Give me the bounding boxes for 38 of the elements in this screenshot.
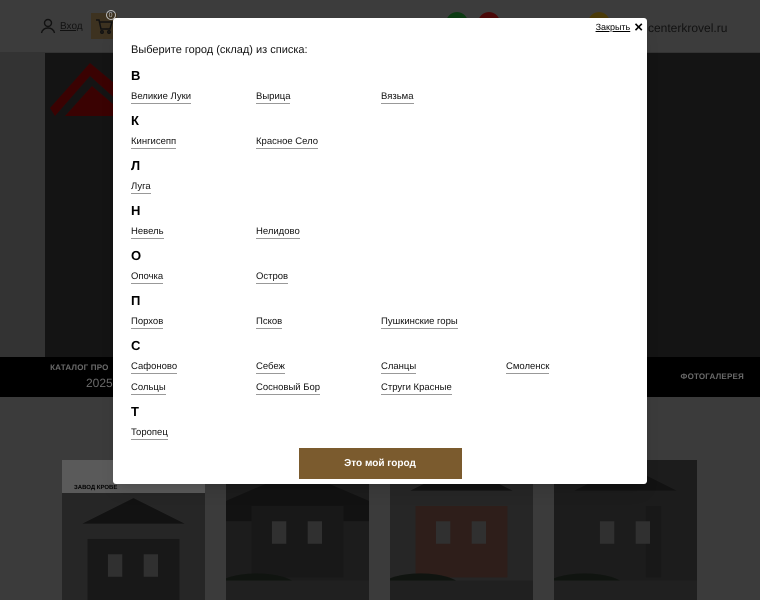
city-link[interactable]: Нелидово (256, 226, 300, 238)
catalog-title: КАТАЛОГ ПРО (50, 362, 109, 374)
gallery-link[interactable]: ФОТОГАЛЕРЕЯ (680, 371, 744, 383)
city-link[interactable]: Порхов (131, 316, 164, 328)
city-link[interactable]: Себеж (256, 360, 285, 374)
city-link[interactable]: Луга (131, 180, 151, 194)
city-link[interactable]: Вязьма (381, 90, 414, 104)
letter-heading: В (131, 66, 142, 84)
close-link[interactable]: Закрыть (596, 20, 630, 34)
city-link[interactable]: Остров (256, 270, 288, 284)
cart-icon (94, 18, 113, 34)
catalog-year: 2025 (86, 375, 113, 392)
letter-heading: П (131, 292, 142, 310)
letter-heading: Л (131, 156, 142, 174)
city-link[interactable]: Сольцы (131, 382, 166, 394)
city-link[interactable]: Кингисепп (131, 136, 176, 148)
city-link[interactable]: Пушкинские горы (381, 316, 458, 328)
city-link[interactable]: Красное Село (256, 136, 318, 148)
city-link[interactable]: Торопец (131, 426, 168, 440)
confirm-city-button[interactable]: Это мой город (298, 448, 462, 478)
letter-heading: О (131, 246, 142, 264)
letter-heading: К (131, 112, 140, 130)
city-link[interactable]: Вырица (256, 90, 290, 104)
close-icon[interactable]: × (634, 20, 643, 35)
letter-heading: Т (131, 402, 140, 420)
city-link[interactable]: Сафоново (131, 360, 178, 374)
city-link[interactable]: Смоленск (506, 360, 550, 374)
letter-heading: Н (131, 202, 142, 220)
city-link[interactable]: Великие Луки (131, 90, 192, 104)
dialog-title: Выберите город (склад) из списка: (131, 43, 309, 58)
city-link[interactable]: Сланцы (381, 360, 416, 374)
city-link[interactable]: Невель (131, 226, 164, 238)
city-link[interactable]: Струги Красные (381, 382, 452, 394)
city-link[interactable]: Сосновый Бор (256, 382, 320, 394)
user-icon[interactable] (40, 18, 56, 34)
city-link[interactable]: Опочка (131, 270, 164, 284)
letter-heading: С (131, 336, 142, 354)
city-link[interactable]: Псков (256, 316, 282, 328)
